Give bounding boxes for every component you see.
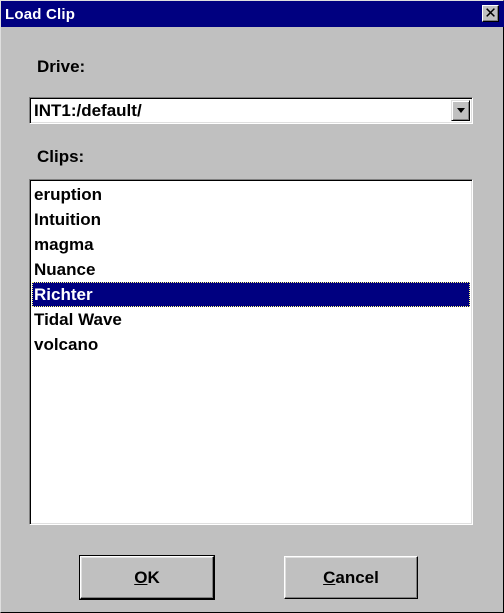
ok-label-rest: K xyxy=(147,567,160,587)
dialog-title: Load Clip xyxy=(5,5,76,23)
load-clip-dialog: Load Clip ✕ Drive: INT1:/default/ Clips:… xyxy=(0,0,504,613)
drive-dropdown[interactable]: INT1:/default/ xyxy=(29,97,473,124)
cancel-button[interactable]: Cancel xyxy=(284,556,418,599)
list-item[interactable]: Intuition xyxy=(32,207,470,232)
close-icon: ✕ xyxy=(484,4,497,22)
clips-list[interactable]: eruption Intuition magma Nuance Richter … xyxy=(29,179,473,525)
ok-button[interactable]: OK xyxy=(79,555,215,600)
cancel-mnemonic: C xyxy=(323,567,336,587)
drive-label: Drive: xyxy=(37,57,86,76)
list-item[interactable]: Nuance xyxy=(32,257,470,282)
drive-dropdown-button[interactable] xyxy=(451,100,470,121)
list-item[interactable]: volcano xyxy=(32,332,470,357)
close-button[interactable]: ✕ xyxy=(482,5,499,22)
list-item[interactable]: Tidal Wave xyxy=(32,307,470,332)
drive-value: INT1:/default/ xyxy=(34,101,142,120)
clips-label: Clips: xyxy=(37,147,85,166)
chevron-down-icon xyxy=(456,108,465,113)
list-item-selected[interactable]: Richter xyxy=(32,282,470,307)
list-item[interactable]: magma xyxy=(32,232,470,257)
title-bar[interactable]: Load Clip ✕ xyxy=(1,1,504,27)
cancel-label-rest: ancel xyxy=(335,567,379,587)
list-item[interactable]: eruption xyxy=(32,182,470,207)
ok-mnemonic: O xyxy=(134,567,148,587)
